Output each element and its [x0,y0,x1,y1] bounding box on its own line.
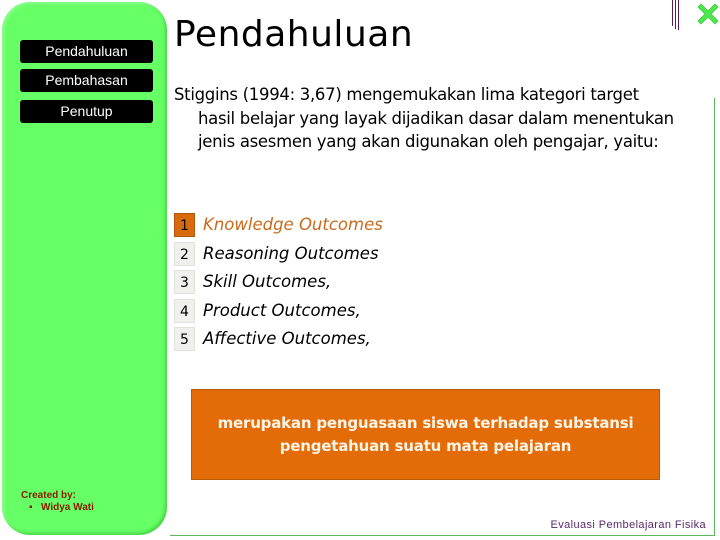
bullet-icon: ▪ [29,502,33,513]
decorative-line [675,0,676,29]
nav-button-pembahasan[interactable]: Pembahasan [20,69,153,92]
intro-paragraph: Stiggins (1994: 3,67) mengemukakan lima … [174,85,674,151]
list-number-badge[interactable]: 3 [174,270,195,294]
list-number-badge[interactable]: 2 [174,241,195,266]
decorative-line [678,0,679,30]
list-number-badge[interactable]: 4 [174,298,195,323]
credits-author: Widya Wati [41,502,94,513]
close-x-icon[interactable] [697,3,719,25]
credits-author-row: ▪ Widya Wati [21,502,94,514]
list-item-label[interactable]: Knowledge Outcomes [203,211,383,239]
definition-box: merupakan penguasaan siswa terhadap subs… [191,389,660,480]
credits: Created by: ▪ Widya Wati [21,490,94,514]
nav-button-penutup[interactable]: Penutup [20,100,153,123]
list-item-label[interactable]: Skill Outcomes, [203,268,331,296]
footer-text: Evaluasi Pembelajaran Fisika [550,519,706,531]
frame-border-bottom [170,535,715,536]
credits-heading: Created by: [21,490,77,501]
list-item-label[interactable]: Reasoning Outcomes [203,240,379,268]
decorative-line [672,0,673,26]
list-number-badge[interactable]: 1 [174,213,195,237]
slide-title: Pendahuluan [174,14,414,55]
frame-border-right [714,98,715,535]
list-number-badge[interactable]: 5 [174,327,195,351]
list-item-label[interactable]: Affective Outcomes, [203,325,371,353]
sidebar-panel: Pendahuluan Pembahasan Penutup Created b… [2,2,167,535]
list-item-label[interactable]: Product Outcomes, [203,297,361,325]
nav-button-pendahuluan[interactable]: Pendahuluan [20,40,153,63]
